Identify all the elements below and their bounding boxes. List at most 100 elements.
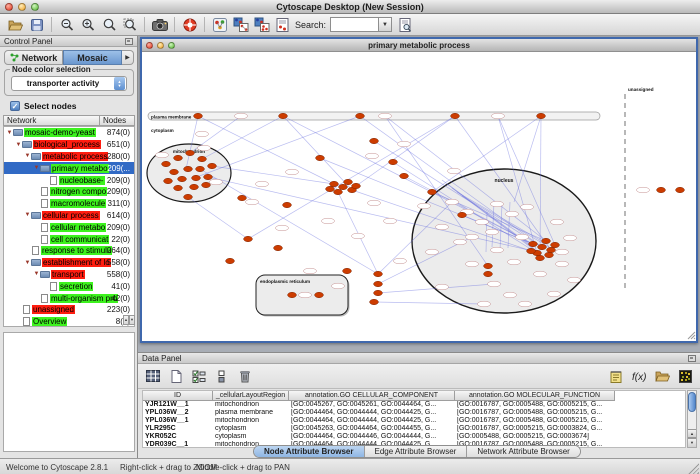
gene-node[interactable] (326, 186, 335, 191)
gene-node[interactable] (194, 113, 203, 118)
resize-grip[interactable] (688, 463, 699, 474)
gene-label-node[interactable] (299, 292, 312, 298)
gene-node[interactable] (551, 242, 560, 247)
gene-label-node[interactable] (551, 219, 564, 225)
gene-node[interactable] (238, 195, 247, 200)
table-row[interactable]: YKR052Ccytoplasm[GO:0044464, GO:0044446,… (143, 433, 685, 441)
select-attributes-button[interactable] (190, 367, 208, 385)
import-attributes-button[interactable] (653, 367, 671, 385)
gene-node[interactable] (184, 194, 193, 199)
gene-label-node[interactable] (366, 153, 379, 159)
gene-node[interactable] (538, 244, 547, 249)
gene-label-node[interactable] (519, 301, 532, 307)
gene-label-node[interactable] (352, 233, 365, 239)
gene-node[interactable] (244, 236, 253, 241)
gene-label-node[interactable] (196, 131, 209, 137)
tree-row[interactable]: macromolecule311(0) (4, 198, 134, 210)
gene-label-node[interactable] (418, 203, 431, 209)
tab-mosaic[interactable]: Mosaic (63, 50, 122, 65)
gene-node[interactable] (484, 271, 493, 276)
tree-row[interactable]: cell communicat22(0) (4, 233, 134, 245)
gene-node[interactable] (428, 189, 437, 194)
tree-row[interactable]: multi-organism pro42(0) (4, 292, 134, 304)
gene-node[interactable] (170, 169, 179, 174)
attribute-batch-button[interactable] (213, 367, 231, 385)
gene-node[interactable] (208, 163, 217, 168)
gene-label-node[interactable] (368, 200, 381, 206)
gene-node[interactable] (283, 202, 292, 207)
gene-node[interactable] (279, 113, 288, 118)
column-header[interactable]: _cellularLayoutRegion (213, 391, 289, 401)
gene-node[interactable] (547, 247, 556, 252)
gene-label-node[interactable] (516, 234, 529, 240)
gene-node[interactable] (545, 252, 554, 257)
new-attribute-button[interactable] (167, 367, 185, 385)
gene-label-node[interactable] (198, 145, 211, 151)
scroll-up-button[interactable]: ▲ (688, 429, 696, 438)
gene-node[interactable] (315, 292, 324, 297)
save-session-button[interactable] (26, 15, 47, 34)
vizmapper-button[interactable] (209, 15, 230, 34)
gene-label-node[interactable] (256, 181, 269, 187)
column-header[interactable]: ID (143, 391, 213, 401)
gene-node[interactable] (184, 166, 193, 171)
attribute-table-button[interactable] (144, 367, 162, 385)
gene-node[interactable] (178, 176, 187, 181)
tree-row[interactable]: nitrogen compo209(0) (4, 186, 134, 198)
tree-row[interactable]: ▼mosaic-demo-yeast874(0) (4, 127, 134, 139)
gene-node[interactable] (162, 161, 171, 166)
open-session-button[interactable] (5, 15, 26, 34)
tab-overflow-button[interactable]: ▶ (122, 50, 134, 65)
tree-row[interactable]: Overview8(0) (4, 316, 134, 327)
network-canvas[interactable]: plasma membranecytoplasmmitochondrionnuc… (142, 52, 696, 341)
view-overlay-2-button[interactable] (251, 15, 272, 34)
gene-node[interactable] (484, 263, 493, 268)
scrollbar-thumb[interactable] (688, 392, 696, 412)
gene-label-node[interactable] (492, 113, 505, 119)
expander-icon[interactable]: ▼ (24, 260, 31, 266)
gene-node[interactable] (657, 187, 666, 192)
gene-label-node[interactable] (504, 292, 517, 298)
attribute-browser-tab[interactable]: Node Attribute Browser (254, 446, 365, 457)
gene-node[interactable] (389, 159, 398, 164)
gene-node[interactable] (274, 245, 283, 250)
table-scrollbar[interactable]: ▲ ▼ (687, 390, 697, 448)
annotations-button[interactable] (272, 15, 293, 34)
float-panel-icon[interactable] (125, 38, 133, 45)
gene-node[interactable] (330, 181, 339, 186)
table-row[interactable]: YJR121W__1mitochondrion[GO:0045267, GO:0… (143, 401, 685, 409)
zoom-out-button[interactable] (56, 15, 77, 34)
gene-node[interactable] (339, 184, 348, 189)
gene-node[interactable] (374, 281, 383, 286)
gene-label-node[interactable] (426, 249, 439, 255)
gene-label-node[interactable] (508, 259, 521, 265)
gene-node[interactable] (202, 182, 211, 187)
help-button[interactable] (179, 15, 200, 34)
gene-label-node[interactable] (491, 247, 504, 253)
expander-icon[interactable]: ▼ (15, 142, 22, 148)
gene-label-node[interactable] (276, 225, 289, 231)
zoom-in-button[interactable] (77, 15, 98, 34)
select-nodes-checkbox[interactable]: ✓ (10, 101, 20, 111)
zoom-fit-button[interactable] (119, 15, 140, 34)
gene-node[interactable] (288, 292, 297, 297)
gene-label-node[interactable] (506, 211, 519, 217)
gene-node[interactable] (186, 150, 195, 155)
table-row[interactable]: YLR295Ccytoplasm[GO:0045263, GO:0044464,… (143, 425, 685, 433)
gene-label-node[interactable] (556, 249, 569, 255)
gene-label-node[interactable] (486, 229, 499, 235)
gene-label-node[interactable] (210, 179, 223, 185)
gene-node[interactable] (529, 241, 538, 246)
gene-label-node[interactable] (534, 271, 547, 277)
gene-node[interactable] (676, 187, 685, 192)
tab-network[interactable]: Network (4, 50, 63, 65)
zoom-selected-button[interactable] (98, 15, 119, 34)
expander-icon[interactable]: ▼ (33, 271, 40, 277)
column-header[interactable]: annotation.GO MOLECULAR_FUNCTION (455, 391, 615, 401)
attribute-browser-tab[interactable]: Network Attribute Browser (467, 446, 579, 457)
gene-label-node[interactable] (454, 239, 467, 245)
gene-node[interactable] (164, 178, 173, 183)
gene-label-node[interactable] (548, 291, 561, 297)
expander-icon[interactable]: ▼ (6, 130, 13, 136)
search-input[interactable] (330, 17, 378, 32)
